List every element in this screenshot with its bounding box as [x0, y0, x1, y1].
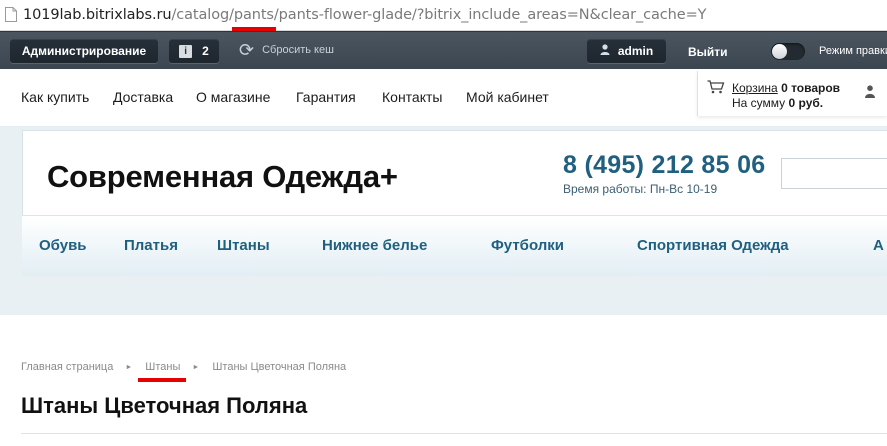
admin-button[interactable]: Администрирование: [10, 39, 158, 63]
url-highlight: pants: [233, 7, 274, 23]
page-icon: [5, 7, 19, 23]
cart-line-1: Корзина 0 товаров: [732, 81, 840, 95]
catalog-menu-item[interactable]: А: [873, 237, 884, 254]
toggle-knob: [772, 44, 787, 59]
address-bar[interactable]: 1019lab.bitrixlabs.ru/catalog/pants/pant…: [0, 0, 887, 31]
cart-items-count: 0 товаров: [781, 81, 841, 95]
edit-mode-label: Режим правки: [819, 45, 887, 57]
top-menu-item[interactable]: Мой кабинет: [466, 89, 549, 105]
catalog-menu-item[interactable]: Штаны: [217, 237, 270, 254]
search-input[interactable]: [781, 158, 887, 189]
top-menu-item[interactable]: О магазине: [196, 89, 270, 105]
edit-mode-toggle[interactable]: [771, 43, 805, 60]
clear-cache-label: Сбросить кеш: [262, 44, 334, 56]
url-host: 1019lab.bitrixlabs.ru: [23, 7, 172, 23]
catalog-menu-item[interactable]: Обувь: [39, 237, 87, 254]
cart-line-2: На сумму 0 руб.: [732, 96, 823, 110]
breadcrumb-current: Штаны Цветочная Поляна: [212, 361, 347, 373]
catalog-menu-item[interactable]: Нижнее белье: [322, 237, 427, 254]
clear-cache-button[interactable]: ⟳ Сбросить кеш: [239, 40, 334, 60]
url-path-start: /catalog/: [171, 7, 234, 23]
cart-icon: [707, 80, 725, 94]
catalog-menu: Обувь Платья Штаны Нижнее белье Футболки…: [22, 215, 887, 276]
refresh-icon: ⟳: [239, 40, 255, 60]
cart-widget: Корзина 0 товаров На сумму 0 руб.: [697, 71, 887, 116]
info-icon: i: [179, 44, 193, 58]
url-text[interactable]: 1019lab.bitrixlabs.ru/catalog/pants/pant…: [23, 7, 706, 23]
phone-number: 8 (495) 212 85 06: [563, 151, 766, 179]
divider: [21, 433, 887, 434]
catalog-menu-item[interactable]: Футболки: [491, 237, 564, 254]
cart-sum-prefix: На сумму: [732, 96, 786, 110]
work-hours: Время работы: Пн-Вс 10-19: [563, 182, 718, 196]
cart-link[interactable]: Корзина: [732, 81, 778, 95]
top-menu-item[interactable]: Контакты: [382, 89, 442, 105]
admin-panel: Администрирование i 2 ⟳ Сбросить кеш adm…: [0, 31, 887, 69]
profile-icon[interactable]: [865, 85, 875, 98]
breadcrumb-separator: ►: [125, 364, 133, 371]
breadcrumb-separator: ►: [192, 364, 200, 371]
page-title: Штаны Цветочная Поляна: [21, 393, 308, 418]
url-path-end: /pants-flower-glade/?bitrix_include_area…: [273, 7, 707, 23]
top-menu-item[interactable]: Доставка: [113, 89, 173, 105]
notifications-count: 2: [202, 44, 209, 58]
top-menu-item[interactable]: Гарантия: [296, 89, 356, 105]
top-menu-item[interactable]: Как купить: [21, 89, 89, 105]
user-button[interactable]: admin: [587, 39, 666, 63]
breadcrumb-item[interactable]: Главная страница: [21, 361, 113, 373]
breadcrumb-item[interactable]: Штаны: [138, 361, 187, 382]
user-icon: [600, 44, 610, 58]
user-label: admin: [617, 44, 654, 58]
catalog-menu-item[interactable]: Платья: [124, 237, 178, 254]
notifications-button[interactable]: i 2: [169, 39, 219, 63]
catalog-menu-item[interactable]: Спортивная Одежда: [637, 237, 789, 254]
site-logo[interactable]: Современная Одежда+: [47, 159, 398, 195]
logout-link[interactable]: Выйти: [688, 45, 728, 59]
breadcrumb: Главная страница ► Штаны ► Штаны Цветочная П…: [21, 361, 347, 382]
cart-sum-value: 0 руб.: [788, 96, 824, 110]
